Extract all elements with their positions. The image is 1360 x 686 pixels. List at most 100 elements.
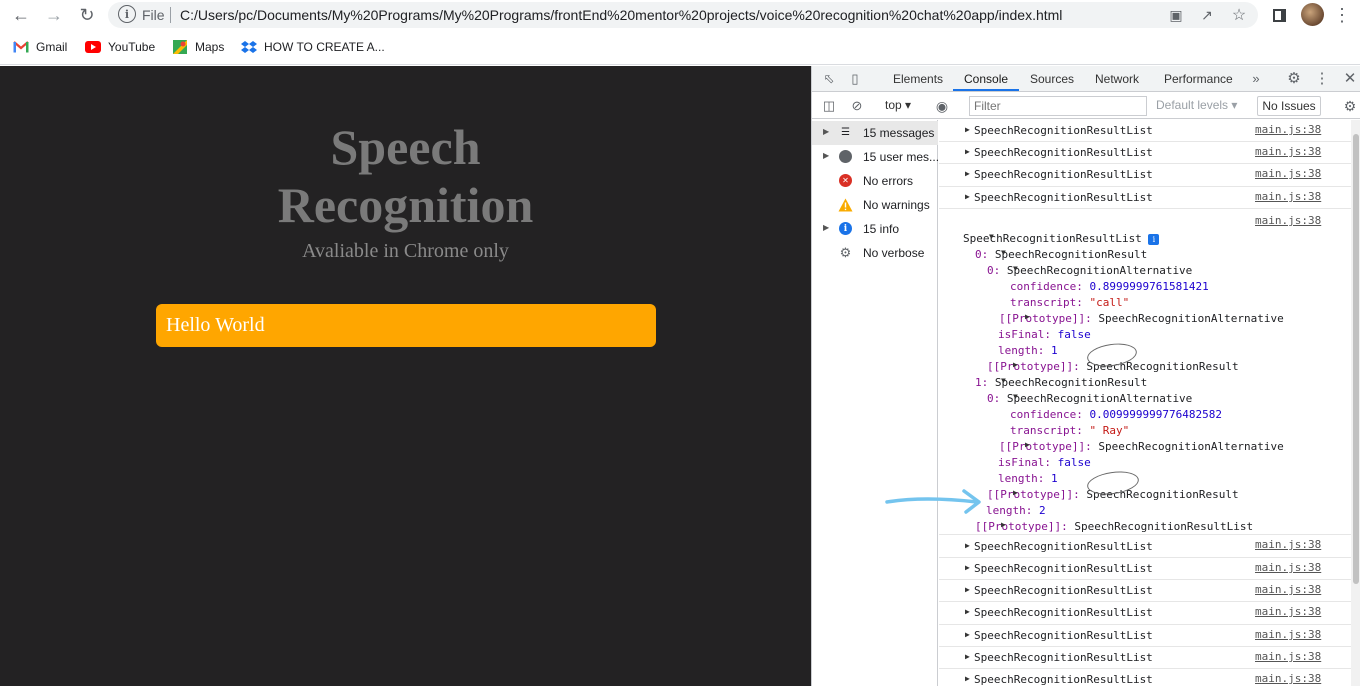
tab-elements[interactable]: Elements	[893, 72, 943, 86]
info-icon[interactable]: i	[118, 5, 136, 23]
close-icon[interactable]: ✕	[1342, 70, 1358, 87]
source-link[interactable]: main.js:38	[1255, 650, 1321, 663]
reload-button[interactable]: ↻	[74, 2, 100, 28]
collapse-arrow-icon[interactable]: ▼	[1013, 392, 1024, 401]
expand-arrow-icon[interactable]: ▶	[965, 630, 970, 639]
expand-arrow-icon[interactable]: ▶	[965, 169, 970, 178]
console-message-expanded[interactable]: main.js:38 ▼ SpeechRecognitionResultList …	[939, 209, 1351, 535]
more-tabs-icon[interactable]: »	[1248, 70, 1264, 86]
back-button[interactable]: ←	[8, 2, 34, 28]
tree-node[interactable]: ▼ 0: SpeechRecognitionAlternative	[987, 264, 1192, 277]
issues-button[interactable]: No Issues	[1257, 96, 1321, 116]
filter-input[interactable]	[969, 96, 1147, 116]
tree-node[interactable]: ▶ [[Prototype]]: SpeechRecognitionAlterna…	[999, 312, 1284, 325]
expand-arrow-icon[interactable]: ▶	[1013, 488, 1024, 497]
source-link[interactable]: main.js:38	[1255, 538, 1321, 551]
tab-sources[interactable]: Sources	[1030, 72, 1074, 86]
expand-arrow-icon[interactable]: ▶	[965, 125, 970, 134]
prop-key: transcript	[1010, 296, 1077, 309]
sidebar-item-errors[interactable]: ✕ No errors	[812, 169, 938, 193]
tab-network[interactable]: Network	[1095, 72, 1139, 86]
share-icon[interactable]: ↗	[1197, 5, 1217, 25]
expand-arrow-icon[interactable]: ▶	[965, 541, 970, 550]
forward-button[interactable]: →	[41, 2, 67, 28]
console-message[interactable]: ▶ SpeechRecognitionResultList main.js:38	[939, 580, 1351, 602]
console-message[interactable]: ▶ SpeechRecognitionResultList main.js:38	[939, 120, 1351, 142]
tree-node[interactable]: ▶ [[Prototype]]: SpeechRecognitionAlterna…	[999, 440, 1284, 453]
bookmark-youtube[interactable]: YouTube	[85, 37, 155, 57]
expand-arrow-icon[interactable]: ▶	[965, 563, 970, 572]
expand-arrow-icon[interactable]: ▶	[823, 151, 829, 160]
source-link[interactable]: main.js:38	[1255, 167, 1321, 180]
source-link[interactable]: main.js:38	[1255, 190, 1321, 203]
sidebar-item-messages[interactable]: ▶ ☰ 15 messages	[812, 121, 938, 145]
clear-console-icon[interactable]: ⊘	[849, 98, 865, 114]
tree-node[interactable]: ▶ [[Prototype]]: SpeechRecognitionResultL…	[975, 520, 1253, 533]
bookmark-gmail[interactable]: Gmail	[13, 37, 67, 57]
source-link[interactable]: main.js:38	[1255, 145, 1321, 158]
source-link[interactable]: main.js:38	[1255, 628, 1321, 641]
expand-arrow-icon[interactable]: ▶	[1001, 520, 1012, 529]
sidebar-item-info[interactable]: ▶ i 15 info	[812, 217, 938, 241]
expand-arrow-icon[interactable]: ▶	[965, 147, 970, 156]
sidebar-item-warnings[interactable]: No warnings	[812, 193, 938, 217]
expand-arrow-icon[interactable]: ▶	[965, 192, 970, 201]
gear-icon[interactable]: ⚙	[1286, 70, 1302, 87]
expand-arrow-icon[interactable]: ▶	[965, 607, 970, 616]
sidebar-toggle-icon[interactable]: ◫	[821, 98, 837, 114]
bookmark-how-to-create[interactable]: HOW TO CREATE A...	[241, 37, 385, 57]
console-message[interactable]: ▶ SpeechRecognitionResultList main.js:38	[939, 625, 1351, 647]
expand-arrow-icon[interactable]: ▶	[965, 585, 970, 594]
console-message[interactable]: ▶ SpeechRecognitionResultList main.js:38	[939, 647, 1351, 669]
console-message[interactable]: ▶ SpeechRecognitionResultList main.js:38	[939, 187, 1351, 209]
collapse-arrow-icon[interactable]: ▼	[989, 232, 1000, 241]
device-toolbar-icon[interactable]: ▯	[847, 71, 863, 87]
source-link[interactable]: main.js:38	[1255, 672, 1321, 685]
expand-arrow-icon[interactable]: ▶	[823, 223, 829, 232]
tree-node[interactable]: ▼ 0: SpeechRecognitionAlternative	[987, 392, 1192, 405]
collapse-arrow-icon[interactable]: ▼	[1013, 264, 1024, 273]
eye-icon[interactable]: ◉	[934, 98, 950, 114]
console-scrollbar[interactable]	[1351, 120, 1360, 686]
console-message[interactable]: ▶ SpeechRecognitionResultList main.js:38	[939, 558, 1351, 580]
expand-arrow-icon[interactable]: ▶	[1025, 440, 1036, 449]
source-link[interactable]: main.js:38	[1255, 605, 1321, 618]
bookmark-star-icon[interactable]: ☆	[1229, 5, 1249, 25]
profile-avatar[interactable]	[1301, 3, 1324, 26]
tree-node[interactable]: ▼ 0: SpeechRecognitionResult	[975, 248, 1147, 261]
side-panel-button[interactable]	[1266, 2, 1292, 28]
bookmark-maps[interactable]: Maps	[172, 37, 224, 57]
log-levels-dropdown[interactable]: Default levels ▾	[1156, 98, 1237, 112]
sidebar-item-user-messages[interactable]: ▶ 15 user mes...	[812, 145, 938, 169]
camera-icon[interactable]: ▣	[1166, 5, 1186, 25]
url-text[interactable]: C:/Users/pc/Documents/My%20Programs/My%2…	[180, 7, 1062, 23]
context-selector[interactable]: top ▾	[885, 98, 911, 112]
collapse-arrow-icon[interactable]: ▼	[1001, 248, 1012, 257]
browser-menu-button[interactable]: ⋮	[1329, 2, 1355, 28]
expand-arrow-icon[interactable]: ▶	[823, 127, 829, 136]
source-link[interactable]: main.js:38	[1255, 123, 1321, 136]
expand-arrow-icon[interactable]: ▶	[965, 652, 970, 661]
console-message[interactable]: ▶ SpeechRecognitionResultList main.js:38	[939, 535, 1351, 558]
source-link[interactable]: main.js:38	[1255, 561, 1321, 574]
inspect-element-icon[interactable]: ⬁	[821, 71, 837, 87]
sidebar-item-verbose[interactable]: ⚙ No verbose	[812, 241, 938, 265]
console-message[interactable]: ▶ SpeechRecognitionResultList main.js:38	[939, 142, 1351, 164]
kebab-menu-icon[interactable]: ⋮	[1314, 70, 1330, 87]
address-bar[interactable]: i File C:/Users/pc/Documents/My%20Progra…	[108, 2, 1258, 28]
scrollbar-thumb[interactable]	[1353, 134, 1359, 584]
source-link[interactable]: main.js:38	[1255, 214, 1321, 227]
tab-performance[interactable]: Performance	[1164, 72, 1233, 86]
expand-arrow-icon[interactable]: ▶	[965, 674, 970, 683]
expand-arrow-icon[interactable]: ▶	[1013, 360, 1024, 369]
console-message[interactable]: ▶ SpeechRecognitionResultList main.js:38	[939, 602, 1351, 625]
tab-console[interactable]: Console	[964, 72, 1008, 86]
expand-arrow-icon[interactable]: ▶	[1025, 312, 1036, 321]
console-settings-icon[interactable]: ⚙	[1342, 98, 1358, 114]
console-message[interactable]: ▶ SpeechRecognitionResultList main.js:38	[939, 164, 1351, 187]
source-link[interactable]: main.js:38	[1255, 583, 1321, 596]
collapse-arrow-icon[interactable]: ▼	[1001, 376, 1012, 385]
tree-root[interactable]: ▼ SpeechRecognitionResultList i	[963, 232, 1160, 245]
console-message[interactable]: ▶ SpeechRecognitionResultList main.js:38	[939, 669, 1351, 686]
tree-node[interactable]: ▼ 1: SpeechRecognitionResult	[975, 376, 1147, 389]
